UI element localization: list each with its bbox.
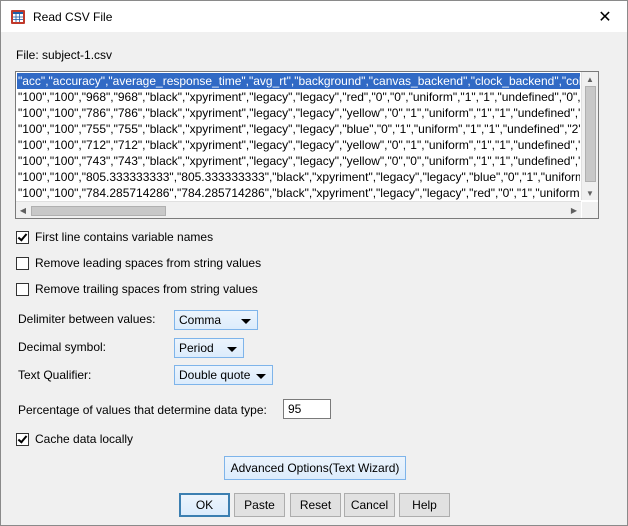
advanced-options-button[interactable]: Advanced Options(Text Wizard) bbox=[224, 456, 406, 480]
decimal-label: Decimal symbol: bbox=[18, 340, 107, 354]
title-bar: Read CSV File ✕ bbox=[1, 1, 627, 32]
close-icon: ✕ bbox=[598, 8, 612, 26]
remove-leading-label: Remove leading spaces from string values bbox=[35, 256, 262, 270]
scroll-up-icon[interactable]: ▲ bbox=[582, 72, 598, 86]
preview-line: "acc","accuracy","average_response_time"… bbox=[17, 73, 580, 89]
qualifier-label: Text Qualifier: bbox=[18, 368, 92, 382]
read-csv-dialog: Read CSV File ✕ File: subject-1.csv "acc… bbox=[0, 0, 628, 526]
remove-trailing-checkbox[interactable] bbox=[16, 282, 29, 296]
scroll-corner bbox=[582, 202, 598, 218]
delimiter-label: Delimiter between values: bbox=[18, 312, 156, 326]
remove-trailing-option[interactable]: Remove trailing spaces from string value… bbox=[16, 281, 258, 297]
preview-line: "100","100","743","743","black","xpyrime… bbox=[18, 154, 580, 168]
qualifier-value: Double quote bbox=[179, 368, 251, 382]
chevron-down-icon bbox=[227, 347, 237, 352]
decimal-value: Period bbox=[179, 341, 214, 355]
cache-label: Cache data locally bbox=[35, 432, 134, 446]
chevron-down-icon bbox=[256, 374, 266, 379]
first-line-option[interactable]: First line contains variable names bbox=[16, 229, 213, 245]
spss-app-icon bbox=[11, 10, 25, 24]
decimal-select[interactable]: Period bbox=[174, 338, 244, 358]
percentage-input[interactable] bbox=[283, 399, 331, 419]
data-preview-box[interactable]: "acc","accuracy","average_response_time"… bbox=[15, 71, 599, 219]
scroll-left-icon[interactable]: ◀ bbox=[16, 202, 30, 218]
scroll-down-icon[interactable]: ▼ bbox=[582, 186, 598, 200]
horizontal-scroll-thumb[interactable] bbox=[31, 206, 166, 216]
delimiter-value: Comma bbox=[179, 313, 222, 327]
percentage-label: Percentage of values that determine data… bbox=[18, 403, 267, 417]
chevron-down-icon bbox=[241, 319, 251, 324]
qualifier-select[interactable]: Double quote bbox=[174, 365, 273, 385]
cancel-button[interactable]: Cancel bbox=[344, 493, 395, 517]
preview-line: "100","100","784.285714286","784.2857142… bbox=[18, 186, 580, 200]
horizontal-scrollbar[interactable]: ◀ ▶ bbox=[16, 201, 581, 218]
first-line-checkbox[interactable] bbox=[16, 230, 29, 244]
help-button[interactable]: Help bbox=[399, 493, 450, 517]
first-line-label: First line contains variable names bbox=[35, 230, 214, 244]
scroll-right-icon[interactable]: ▶ bbox=[567, 202, 581, 218]
preview-line: "100","100","712","712","black","xpyrime… bbox=[18, 138, 580, 152]
vertical-scrollbar[interactable]: ▲ ▼ bbox=[581, 72, 598, 200]
cache-checkbox[interactable] bbox=[16, 432, 29, 446]
close-button[interactable]: ✕ bbox=[583, 1, 627, 32]
vertical-scroll-thumb[interactable] bbox=[585, 86, 596, 182]
remove-leading-option[interactable]: Remove leading spaces from string values bbox=[16, 255, 261, 271]
remove-leading-checkbox[interactable] bbox=[16, 256, 29, 270]
preview-line: "100","100","968","968","black","xpyrime… bbox=[18, 90, 580, 104]
remove-trailing-label: Remove trailing spaces from string value… bbox=[35, 282, 258, 296]
delimiter-select[interactable]: Comma bbox=[174, 310, 258, 330]
window-title: Read CSV File bbox=[33, 10, 113, 24]
ok-button[interactable]: OK bbox=[179, 493, 230, 517]
preview-line: "100","100","786","786","black","xpyrime… bbox=[18, 106, 580, 120]
reset-button[interactable]: Reset bbox=[290, 493, 341, 517]
paste-button[interactable]: Paste bbox=[234, 493, 285, 517]
preview-line: "100","100","805.333333333","805.3333333… bbox=[18, 170, 580, 184]
file-name-label: File: subject-1.csv bbox=[16, 48, 113, 62]
preview-line: "100","100","755","755","black","xpyrime… bbox=[18, 122, 580, 136]
cache-option[interactable]: Cache data locally bbox=[16, 431, 133, 447]
preview-content: "acc","accuracy","average_response_time"… bbox=[17, 73, 580, 200]
